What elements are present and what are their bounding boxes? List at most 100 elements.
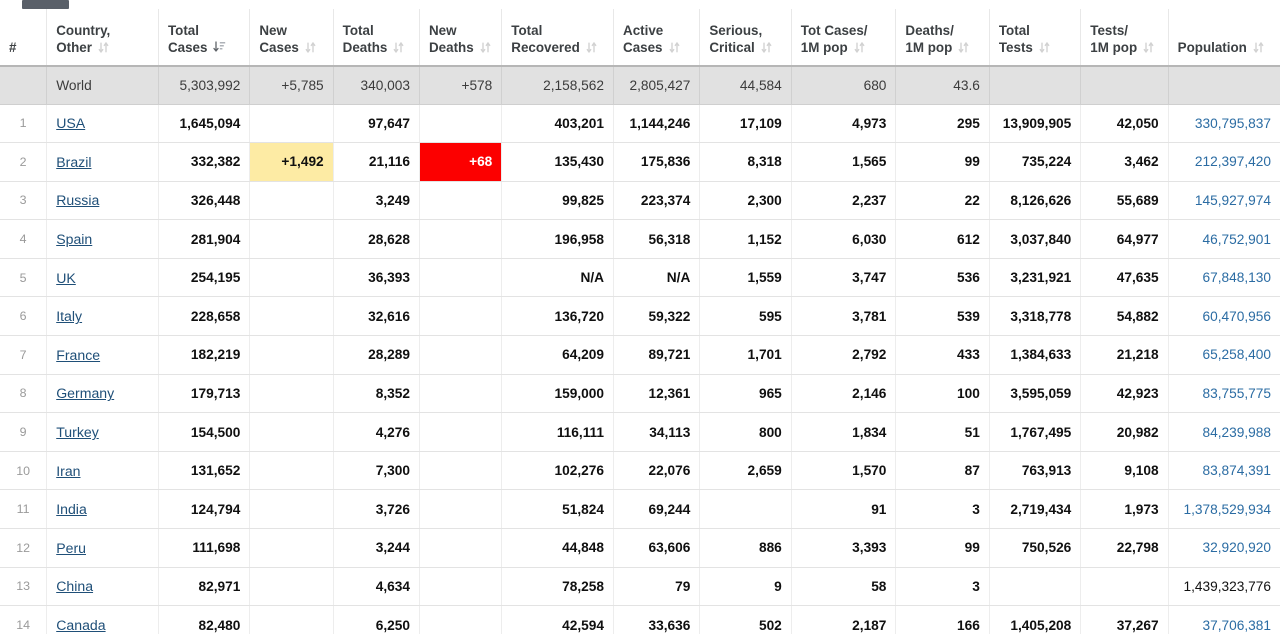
table-row: 3 Russia 326,448 3,249 99,825 223,374 2,300 2,2… [0,181,1280,221]
country-link[interactable]: Peru [56,540,86,556]
cell-new-cases: +1,492 [249,142,334,182]
cell-active-cases: 175,836 [613,142,700,182]
cell-new-deaths [419,528,502,568]
table-row: 11 India 124,794 3,726 51,824 69,244 91 3 2,719,… [0,489,1280,530]
horizontal-scrollbar-thumb[interactable] [22,0,69,9]
cell-active-cases: 2,805,427 [613,66,700,105]
cell-new-deaths [419,219,502,259]
country-link[interactable]: Germany [56,385,114,401]
cell-total-cases: 182,219 [157,335,250,375]
sort-toggle-icon[interactable] [305,41,316,54]
country-link[interactable]: Iran [56,463,80,479]
sort-toggle-icon[interactable] [854,41,865,54]
sort-toggle-icon[interactable] [1253,41,1264,54]
cell-total-recovered: 99,825 [501,181,614,221]
cell-total-deaths: 7,300 [332,451,420,491]
cell-total-tests: 750,526 [988,528,1081,568]
header-line-1: Serious, [709,23,763,38]
country-link[interactable]: Turkey [56,424,99,440]
table-scroll-container[interactable]: # Country, Other Total Cases New Cases Total Dea… [0,9,1280,634]
header-line-2: 1M pop [801,39,887,56]
sort-toggle-icon[interactable] [1143,41,1154,54]
cell-deaths-1m: 3 [895,489,990,530]
cell-tot-cases-1m: 2,146 [790,374,896,414]
cell-new-deaths [419,181,502,221]
country-link[interactable]: China [56,578,93,594]
cell-total-tests: 8,126,626 [988,181,1081,221]
cell-new-deaths [419,374,502,414]
column-header-total-deaths[interactable]: Total Deaths [332,9,420,67]
cell-total-recovered: 78,258 [501,567,614,607]
cell-country: France [46,335,159,375]
table-row: 1 USA 1,645,094 97,647 403,201 1,144,246 17,10… [0,104,1280,144]
cell-total-cases: 82,480 [157,605,250,634]
column-header-rank: # [0,9,47,67]
sort-desc-active-icon[interactable] [213,41,226,54]
country-link[interactable]: Brazil [56,154,91,170]
column-header-total-recovered[interactable]: Total Recovered [501,9,614,67]
column-header-total-cases[interactable]: Total Cases [157,9,250,67]
cell-tests-1m: 55,689 [1080,181,1169,221]
cell-rank: 13 [0,567,47,607]
country-link[interactable]: India [56,501,87,517]
column-header-total-tests[interactable]: Total Tests [988,9,1081,67]
cell-new-deaths [419,489,502,530]
country-link[interactable]: Italy [56,308,82,324]
cell-tests-1m: 21,218 [1080,335,1169,375]
cell-total-recovered: 42,594 [501,605,614,634]
column-header-serious-critical[interactable]: Serious, Critical [699,9,792,67]
coronavirus-data-table: # Country, Other Total Cases New Cases Total Dea… [0,9,1280,634]
cell-active-cases: 22,076 [613,451,700,491]
column-header-deaths-per-1m[interactable]: Deaths/1M pop [895,9,990,67]
sort-toggle-icon[interactable] [669,41,680,54]
cell-serious-critical: 2,659 [699,451,792,491]
cell-tests-1m: 42,923 [1080,374,1169,414]
country-link[interactable]: France [56,347,100,363]
cell-rank: 6 [0,296,47,337]
country-link[interactable]: UK [56,270,76,286]
cell-new-cases [249,374,334,414]
column-header-population[interactable]: Population [1167,9,1280,67]
cell-population: 212,397,420 [1167,142,1280,182]
cell-new-deaths: +578 [419,66,502,105]
column-header-active-cases[interactable]: Active Cases [613,9,700,67]
sort-toggle-icon[interactable] [761,41,772,54]
sort-toggle-icon[interactable] [98,41,109,54]
cell-new-cases [249,335,334,375]
sort-toggle-icon[interactable] [586,41,597,54]
cell-active-cases: 79 [613,567,700,607]
sort-toggle-icon[interactable] [958,41,969,54]
column-header-tot-cases-per-1m[interactable]: Tot Cases/1M pop [790,9,896,67]
cell-total-tests: 3,231,921 [988,258,1081,298]
table-row: 2 Brazil 332,382 +1,492 21,116 +68 135,430 175,… [0,142,1280,182]
sort-toggle-icon[interactable] [1039,41,1050,54]
cell-total-deaths: 21,116 [332,142,420,182]
cell-total-cases: 111,698 [157,528,250,568]
cell-total-deaths: 28,628 [332,219,420,259]
horizontal-scrollbar[interactable] [0,0,1280,9]
column-header-tests-per-1m[interactable]: Tests/1M pop [1080,9,1169,67]
cell-rank: 3 [0,181,47,221]
cell-country: Brazil [46,142,159,182]
cell-active-cases: 1,144,246 [613,104,700,144]
world-summary-row: World 5,303,992 +5,785 340,003 +578 2,158,562… [0,66,1280,105]
country-link[interactable]: USA [56,115,85,131]
cell-total-cases: 281,904 [157,219,250,259]
header-line-2: Cases [259,39,323,56]
header-line-2: Critical [709,39,781,56]
country-link[interactable]: Canada [56,617,105,633]
header-line-1: Total [342,23,374,38]
column-header-new-deaths[interactable]: New Deaths [419,9,502,67]
country-link[interactable]: Russia [56,192,99,208]
cell-rank: 5 [0,258,47,298]
column-header-new-cases[interactable]: New Cases [249,9,334,67]
header-line-1: Country, [56,23,111,38]
sort-toggle-icon[interactable] [393,41,404,54]
country-link[interactable]: Spain [56,231,92,247]
sort-toggle-icon[interactable] [480,41,491,54]
column-header-country-other[interactable]: Country, Other [46,9,159,67]
cell-tests-1m: 20,982 [1080,412,1169,452]
cell-tests-1m [1080,567,1169,607]
table-row: 7 France 182,219 28,289 64,209 89,721 1,701 2,7… [0,335,1280,375]
cell-rank: 11 [0,489,47,530]
